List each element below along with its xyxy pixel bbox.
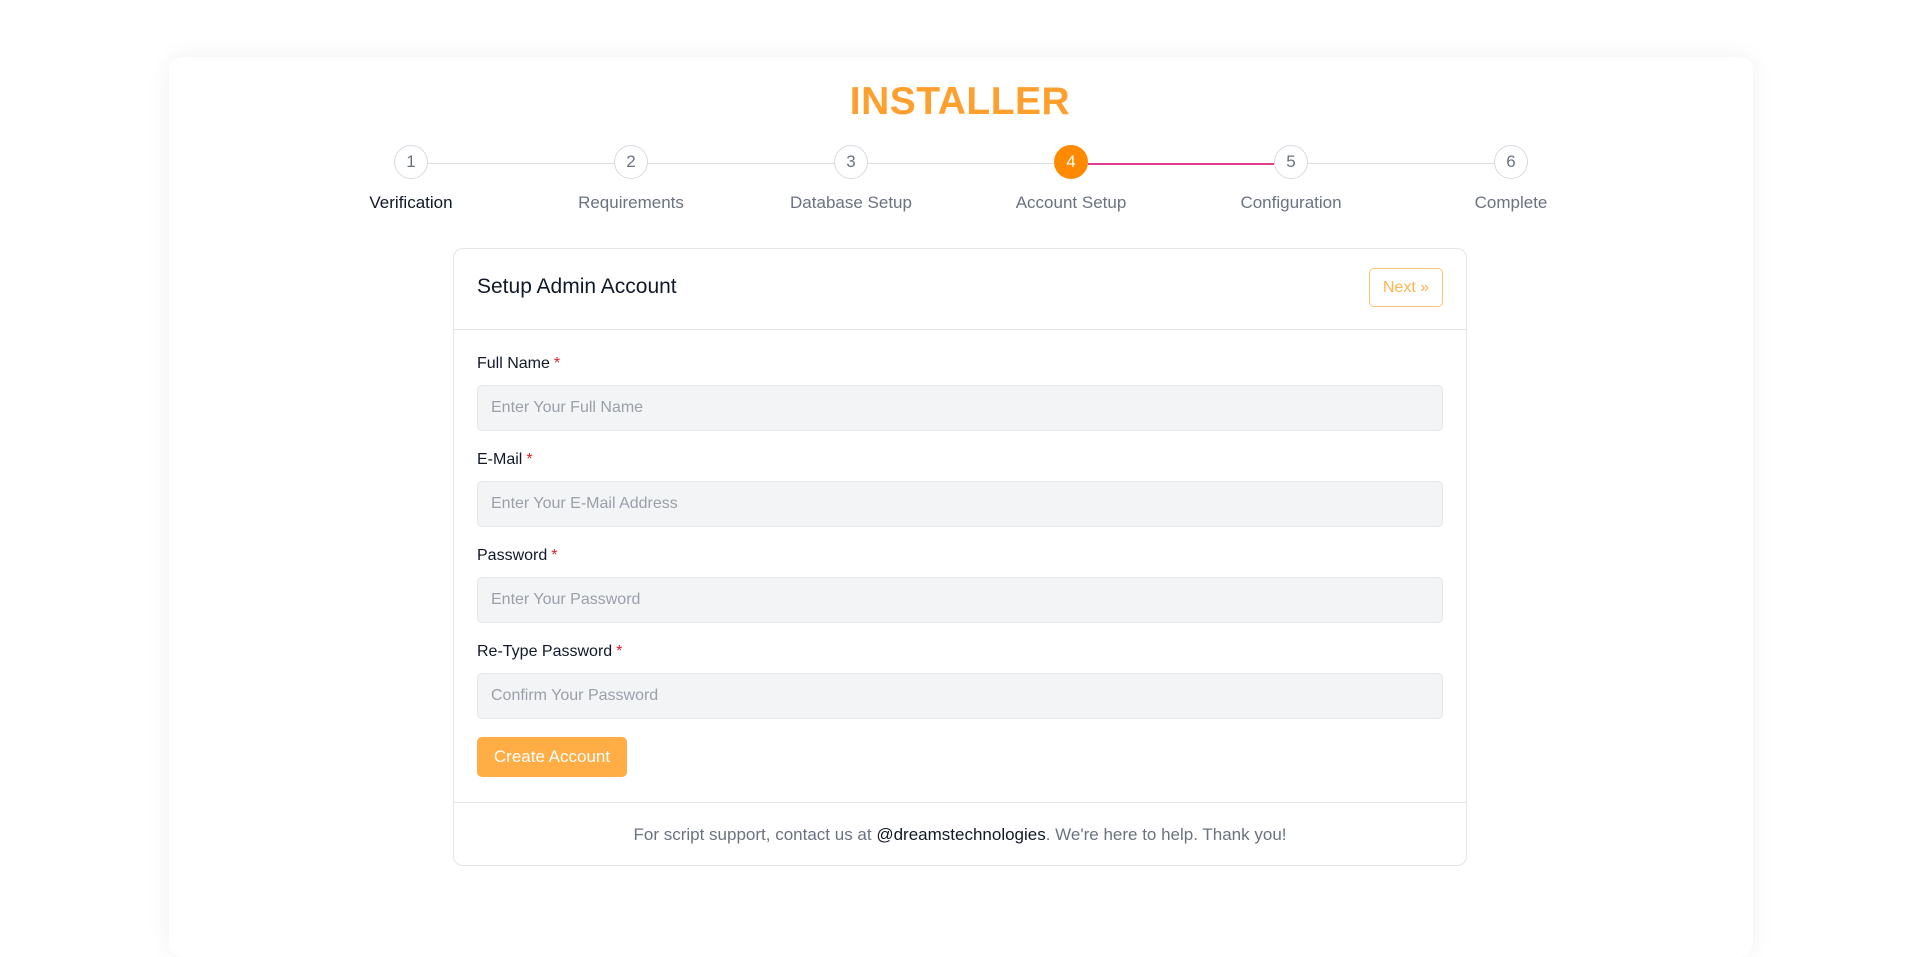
email-field: E-Mail * [477, 451, 1443, 527]
field-label-text: Full Name [477, 355, 550, 372]
step-number-circle: 2 [614, 145, 648, 179]
retype-password-field: Re-Type Password * [477, 643, 1443, 719]
password-label: Password * [477, 547, 1443, 567]
step-verification: 1 Verification [321, 145, 501, 213]
full-name-field: Full Name * [477, 355, 1443, 431]
password-input[interactable] [477, 577, 1443, 623]
full-name-label: Full Name * [477, 355, 1443, 375]
required-marker: * [526, 451, 533, 468]
field-label-text: Password [477, 547, 548, 564]
step-number-circle: 1 [394, 145, 428, 179]
step-account-setup: 4 Account Setup [981, 145, 1161, 213]
step-database-setup: 3 Database Setup [761, 145, 941, 213]
form-title: Setup Admin Account [477, 275, 677, 298]
step-label: Configuration [1240, 193, 1342, 212]
retype-password-label: Re-Type Password * [477, 643, 1443, 663]
step-number-circle: 6 [1494, 145, 1528, 179]
step-complete: 6 Complete [1421, 145, 1601, 213]
support-contact-link[interactable]: @dreamstechnologies [876, 825, 1045, 845]
step-label: Requirements [578, 193, 684, 212]
step-label: Complete [1474, 193, 1548, 212]
step-label: Database Setup [790, 193, 912, 212]
email-label: E-Mail * [477, 451, 1443, 471]
page-title: INSTALLER [849, 80, 1071, 123]
step-label: Account Setup [1015, 193, 1127, 212]
footer-text-after: . We're here to help. Thank you! [1045, 824, 1287, 844]
required-marker: * [616, 643, 623, 660]
step-number-circle-current: 4 [1054, 145, 1088, 179]
retype-password-input[interactable] [477, 673, 1443, 719]
step-number-circle: 5 [1274, 145, 1308, 179]
field-label-text: E-Mail [477, 451, 523, 468]
support-footer: For script support, contact us at @dream… [454, 802, 1466, 866]
next-button[interactable]: Next » [1369, 268, 1443, 307]
email-input[interactable] [477, 481, 1443, 527]
admin-account-form: Setup Admin Account Next » Full Name* E-… [453, 248, 1467, 866]
step-number-circle: 3 [834, 145, 868, 179]
field-label-text: Re-Type Password [477, 643, 613, 660]
step-configuration: 5 Configuration [1201, 145, 1381, 213]
installer-stepper: 1 Verification 2 Requirements 3 Database… [0, 145, 1920, 225]
form-header: Setup Admin Account Next » [454, 249, 1466, 330]
full-name-input[interactable] [477, 385, 1443, 431]
create-account-button[interactable]: Create Account [477, 737, 627, 777]
password-field: Password * [477, 547, 1443, 623]
step-requirements: 2 Requirements [541, 145, 721, 213]
footer-text-before: For script support, contact us at [633, 824, 877, 844]
required-marker: * [553, 355, 561, 372]
required-marker: * [551, 547, 558, 564]
step-label: Verification [369, 193, 453, 212]
